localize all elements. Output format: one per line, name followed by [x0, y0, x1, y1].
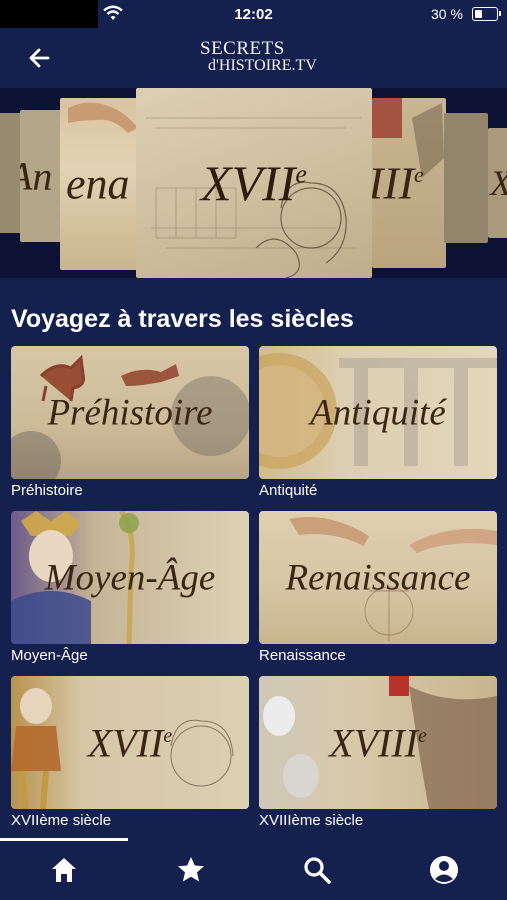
- period-thumb-text: Antiquité: [310, 392, 446, 433]
- period-card-antiquite[interactable]: Antiquité Antiquité: [259, 346, 497, 504]
- period-caption[interactable]: Renaissance: [259, 647, 346, 664]
- bottom-navigation: [0, 838, 507, 900]
- period-thumbnail[interactable]: Antiquité: [259, 346, 497, 479]
- app-header: SECRETS d'HISTOIRE.TV: [0, 30, 507, 88]
- active-tab-indicator: [0, 838, 128, 841]
- period-thumbnail[interactable]: XVIIIe: [259, 676, 497, 809]
- account-icon[interactable]: [428, 854, 460, 886]
- home-icon[interactable]: [48, 854, 80, 886]
- carousel-slide-xx[interactable]: X: [488, 128, 507, 238]
- carousel-slide-xix[interactable]: [444, 113, 488, 243]
- period-thumb-text: Préhistoire: [47, 392, 213, 433]
- period-thumbnail[interactable]: XVIIe: [11, 676, 249, 809]
- carousel-active-label: XVII: [201, 155, 296, 211]
- carousel-active-sup: e: [295, 159, 307, 189]
- period-caption[interactable]: XVIIème siècle: [11, 812, 111, 829]
- period-thumb-text: XVIIIe: [329, 720, 427, 765]
- period-card-moyen-age[interactable]: Moyen-Âge Moyen-Âge: [11, 511, 249, 669]
- period-caption[interactable]: Préhistoire: [11, 482, 83, 499]
- period-thumbnail[interactable]: Moyen-Âge: [11, 511, 249, 644]
- carousel-slide-active[interactable]: XVIIe: [136, 88, 372, 278]
- period-thumb-text: Moyen-Âge: [44, 557, 216, 598]
- period-card-prehistoire[interactable]: Préhistoire Préhistoire: [11, 346, 249, 504]
- logo-line2: d'HISTOIRE.TV: [208, 57, 317, 74]
- period-thumbnail[interactable]: Renaissance: [259, 511, 497, 644]
- search-icon[interactable]: [301, 854, 333, 886]
- carousel-slide-renaissance[interactable]: ena: [60, 98, 142, 270]
- period-caption[interactable]: XVIIIème siècle: [259, 812, 363, 829]
- period-card-renaissance[interactable]: Renaissance Renaissance: [259, 511, 497, 669]
- star-icon[interactable]: [175, 854, 207, 886]
- section-title: Voyagez à travers les siècles: [11, 305, 354, 333]
- app-logo[interactable]: SECRETS d'HISTOIRE.TV: [196, 38, 317, 80]
- status-bar: 12:02 30 %: [0, 0, 507, 30]
- featured-carousel[interactable]: An ena XVIIe IIIe: [0, 88, 507, 278]
- period-card-xviii[interactable]: XVIIIe XVIIIème siècle: [259, 676, 497, 834]
- battery-icon: [472, 7, 501, 21]
- period-thumbnail[interactable]: Préhistoire: [11, 346, 249, 479]
- period-caption[interactable]: Moyen-Âge: [11, 647, 88, 664]
- arrow-left-icon[interactable]: [26, 46, 54, 70]
- period-thumb-text: XVIIe: [87, 720, 173, 765]
- battery-percent: 30 %: [431, 6, 463, 22]
- period-thumb-text: Renaissance: [285, 557, 471, 598]
- period-card-xvii[interactable]: XVIIe XVIIème siècle: [11, 676, 249, 834]
- period-caption[interactable]: Antiquité: [259, 482, 317, 499]
- carousel-slide-xviii[interactable]: IIIe: [372, 98, 446, 268]
